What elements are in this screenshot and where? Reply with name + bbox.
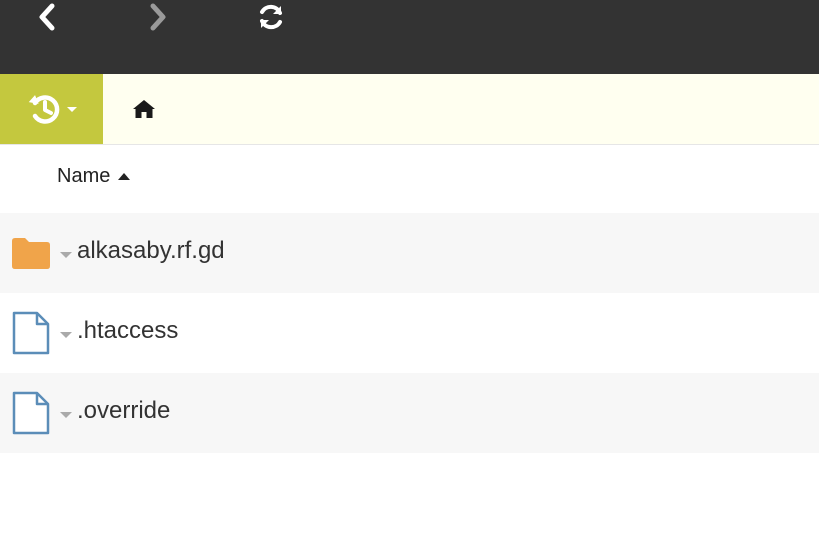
history-icon <box>28 95 59 124</box>
file-row[interactable]: .htaccess <box>0 293 819 373</box>
back-button[interactable] <box>27 0 67 34</box>
home-icon <box>133 100 155 118</box>
chevron-right-icon <box>150 3 166 31</box>
file-row[interactable]: alkasaby.rf.gd <box>0 213 819 293</box>
folder-icon <box>10 231 52 275</box>
refresh-button[interactable] <box>251 0 291 34</box>
row-menu-caret-icon[interactable] <box>60 252 72 258</box>
chevron-left-icon <box>39 3 55 31</box>
history-dropdown-button[interactable] <box>0 74 103 144</box>
home-button[interactable] <box>130 96 158 122</box>
file-row[interactable]: .override <box>0 373 819 453</box>
refresh-icon <box>260 4 282 30</box>
row-menu-caret-icon[interactable] <box>60 332 72 338</box>
path-bar <box>0 74 819 145</box>
row-menu-caret-icon[interactable] <box>60 412 72 418</box>
column-name-label: Name <box>57 165 111 187</box>
top-toolbar <box>0 0 819 74</box>
file-name[interactable]: .override <box>77 397 170 425</box>
file-icon <box>10 391 52 435</box>
column-name-header[interactable]: Name <box>57 165 131 188</box>
forward-button[interactable] <box>138 0 178 34</box>
file-name[interactable]: alkasaby.rf.gd <box>77 237 225 265</box>
sort-ascending-icon <box>118 173 131 180</box>
chevron-down-icon <box>66 106 77 112</box>
file-icon <box>10 311 52 355</box>
file-name[interactable]: .htaccess <box>77 317 178 345</box>
table-header: Name <box>0 145 819 214</box>
